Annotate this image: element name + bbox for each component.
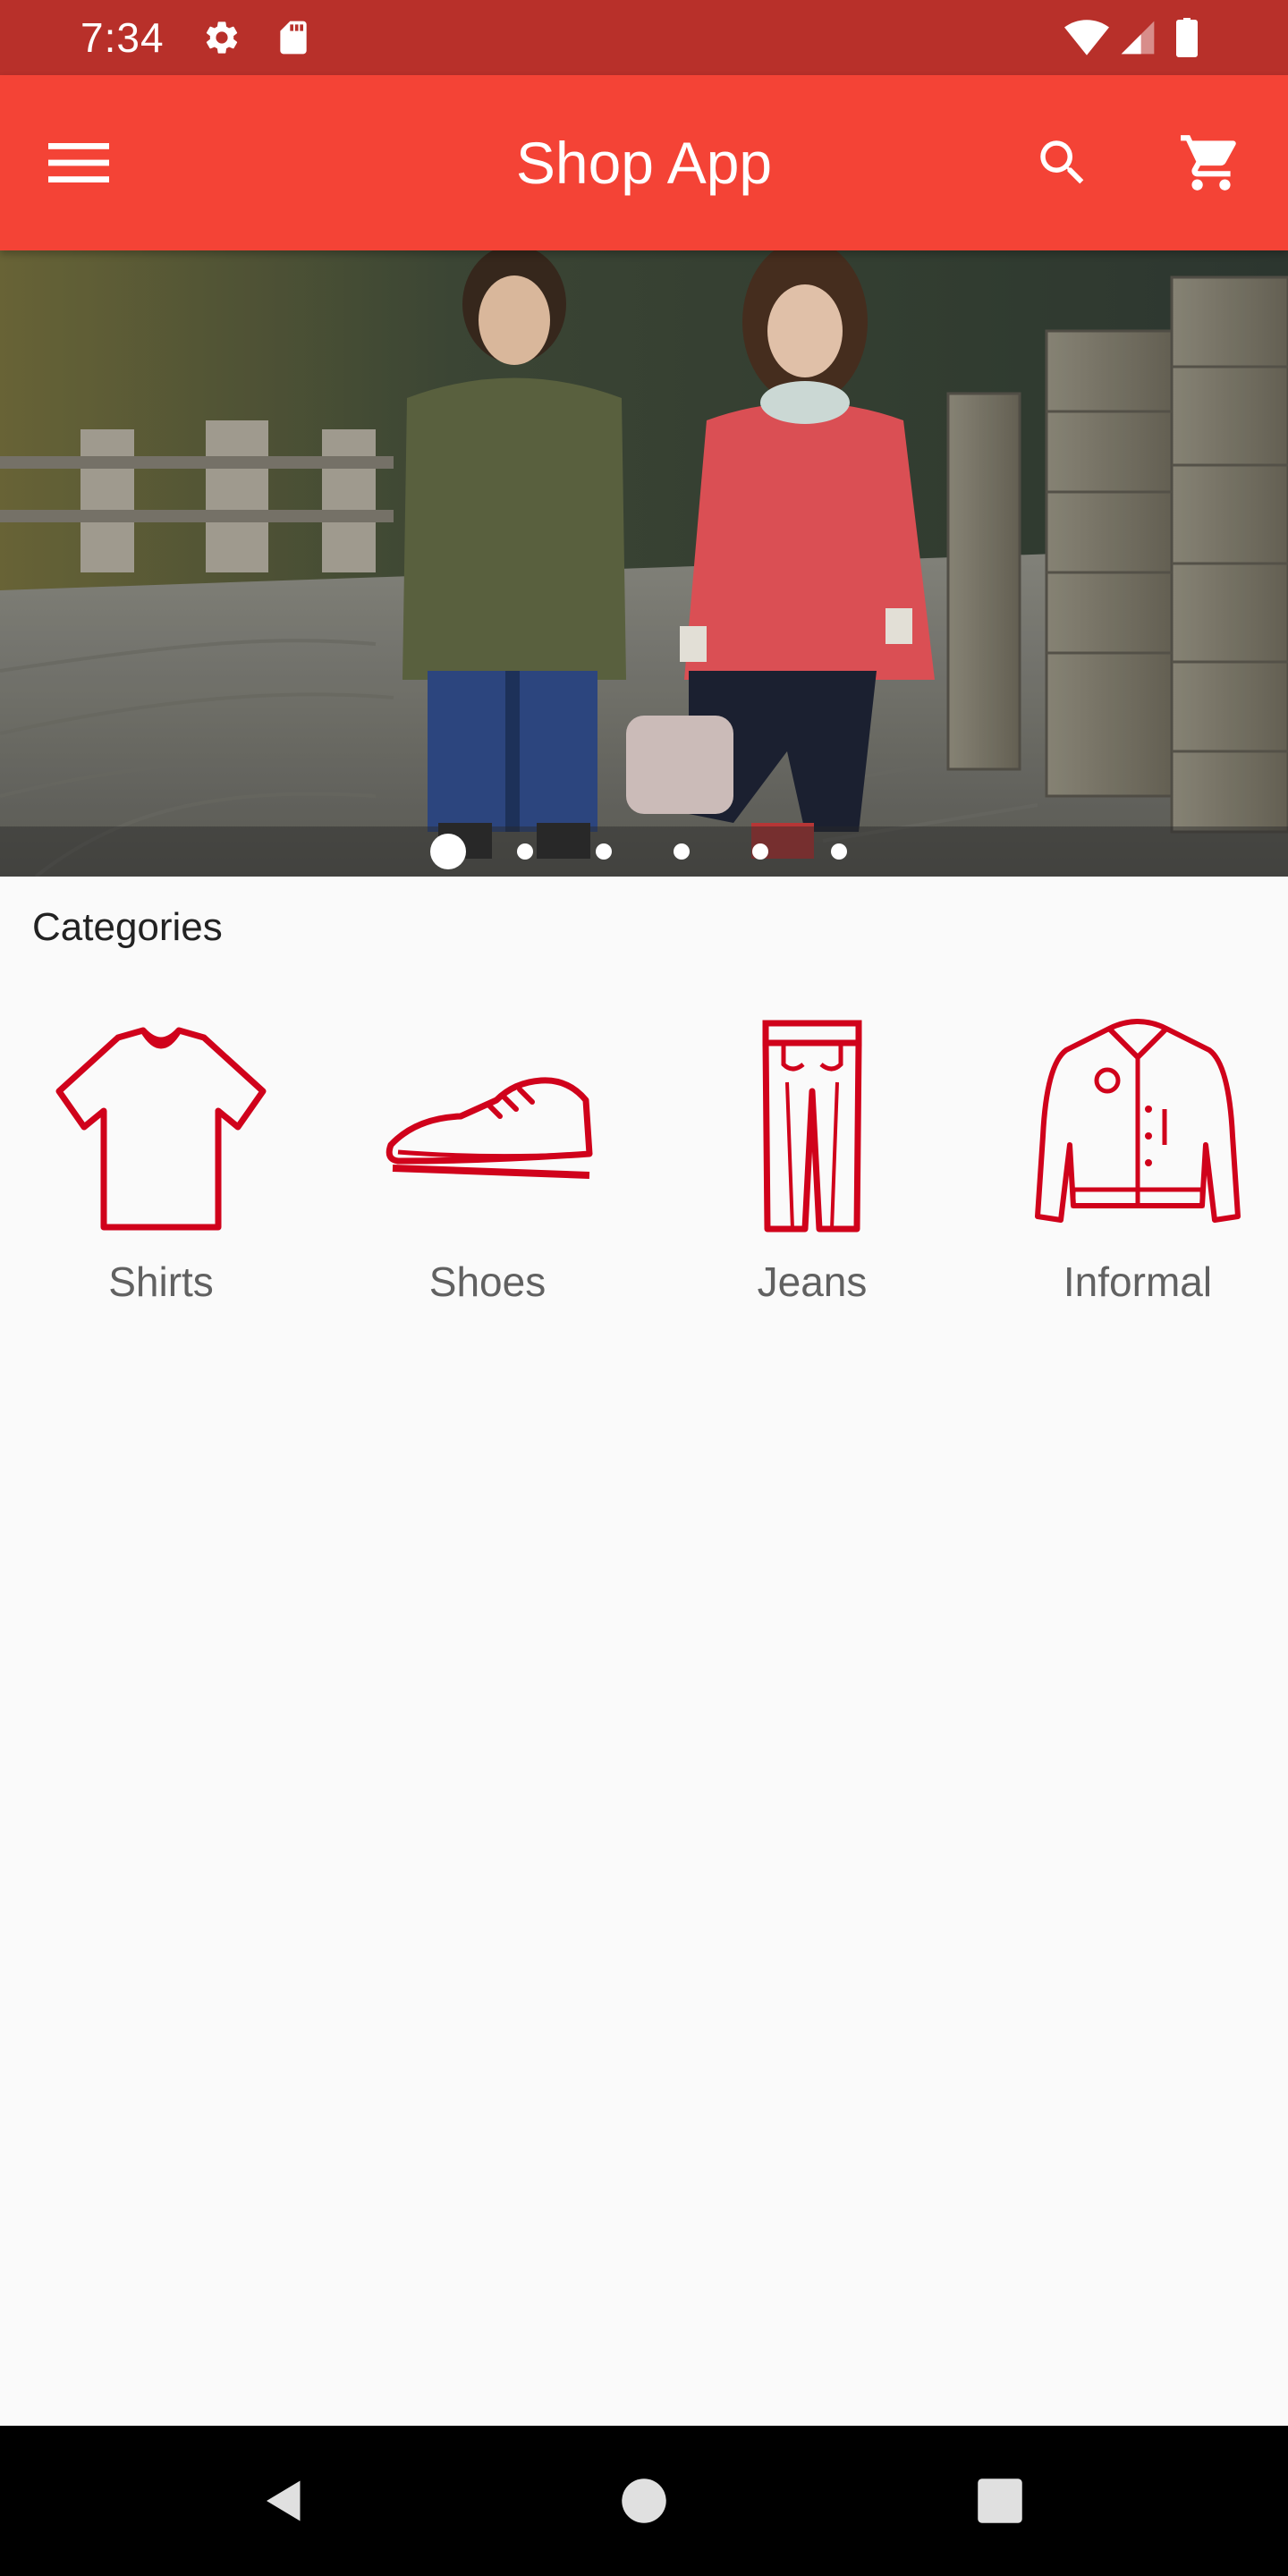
signal-icon [1118, 18, 1157, 57]
category-shirts[interactable]: Shirts [27, 1011, 295, 1315]
recents-button[interactable] [955, 2456, 1045, 2546]
search-button[interactable] [1020, 120, 1106, 206]
carousel-dot[interactable] [831, 843, 847, 860]
status-time: 7:34 [80, 14, 165, 61]
carousel-dot[interactable] [596, 843, 612, 860]
cart-button[interactable] [1168, 120, 1254, 206]
carousel-dot[interactable] [674, 843, 690, 860]
shirt-icon [55, 1027, 267, 1231]
jeans-icon [762, 1020, 862, 1233]
categories-title: Categories [32, 905, 223, 949]
category-informal[interactable]: Informal [1004, 1011, 1272, 1315]
carousel-dots-bar [0, 826, 1288, 877]
jacket-icon [1035, 1019, 1241, 1223]
carousel-dot[interactable] [752, 843, 768, 860]
category-label: Jeans [757, 1258, 868, 1305]
shoe-icon [386, 1077, 593, 1179]
category-label: Shirts [108, 1258, 214, 1305]
recents-icon [978, 2479, 1022, 2523]
carousel-dot[interactable] [517, 843, 533, 860]
sd-card-icon [274, 18, 313, 57]
category-label: Informal [1063, 1258, 1213, 1305]
home-button[interactable] [599, 2456, 689, 2546]
search-icon [1040, 140, 1084, 184]
settings-icon [202, 18, 242, 57]
app-bar: Shop App [0, 75, 1288, 250]
carousel-dot-active[interactable] [430, 834, 466, 869]
category-shoes[interactable]: Shoes [353, 1011, 622, 1315]
category-jeans[interactable]: Jeans [678, 1011, 946, 1315]
image-carousel[interactable] [0, 250, 1288, 877]
home-icon [622, 2479, 666, 2523]
shop-app-screen: 7:34 Shop App Categories Shirts Shoes Je… [0, 0, 1288, 2576]
status-bar: 7:34 [0, 0, 1288, 75]
back-icon [267, 2480, 301, 2521]
cart-icon [1181, 135, 1236, 191]
battery-icon [1174, 18, 1200, 57]
wifi-icon [1064, 18, 1109, 57]
carousel-image [0, 250, 1288, 877]
system-nav-bar [0, 2426, 1288, 2576]
category-label: Shoes [428, 1258, 547, 1305]
back-button[interactable] [240, 2456, 329, 2546]
